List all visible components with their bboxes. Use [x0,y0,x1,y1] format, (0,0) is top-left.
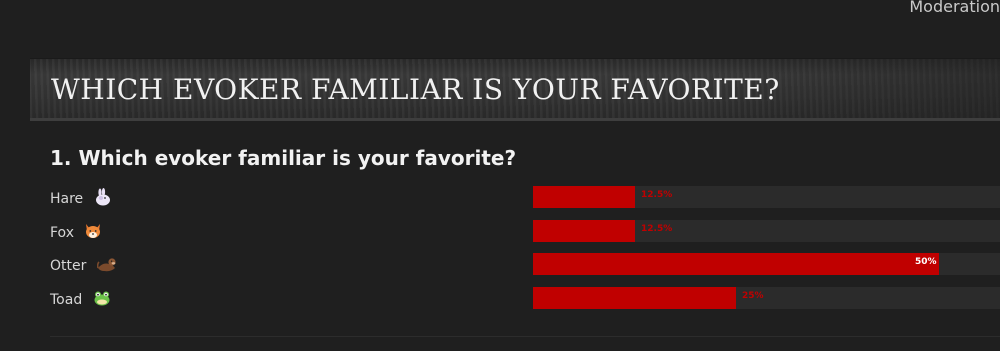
poll-option-otter: Otter 50% [0,253,1000,275]
option-label: Hare [50,191,84,207]
rabbit-icon [94,188,112,210]
option-bar-track: 50% [533,253,1000,275]
option-label: Fox [50,225,74,241]
option-percent: 50% [915,257,937,267]
poll-option-fox: Fox 12.5% [0,220,1000,242]
poll-option-hare: Hare 12.5% [0,186,1000,208]
option-bar-fill [533,186,635,208]
option-bar-fill [533,287,736,309]
poll-question: 1. Which evoker familiar is your favorit… [50,146,517,170]
option-percent: 25% [742,291,764,301]
option-bar-track: 12.5% [533,220,1000,242]
option-bar-track: 12.5% [533,186,1000,208]
option-label: Otter [50,258,87,274]
poll-banner: WHICH EVOKER FAMILIAR IS YOUR FAVORITE? [30,58,1000,121]
option-bar-track: 25% [533,287,1000,309]
page-title: WHICH EVOKER FAMILIAR IS YOUR FAVORITE? [51,73,780,106]
moderation-link[interactable]: Moderation [909,0,1000,16]
divider [50,336,1000,337]
otter-icon [96,255,117,277]
option-percent: 12.5% [641,224,673,234]
poll-option-toad: Toad 25% [0,287,1000,309]
option-bar-fill [533,220,635,242]
option-bar-fill [533,253,939,275]
fox-icon [84,222,102,244]
option-percent: 12.5% [641,190,673,200]
option-label: Toad [50,292,83,308]
frog-icon [93,289,111,311]
